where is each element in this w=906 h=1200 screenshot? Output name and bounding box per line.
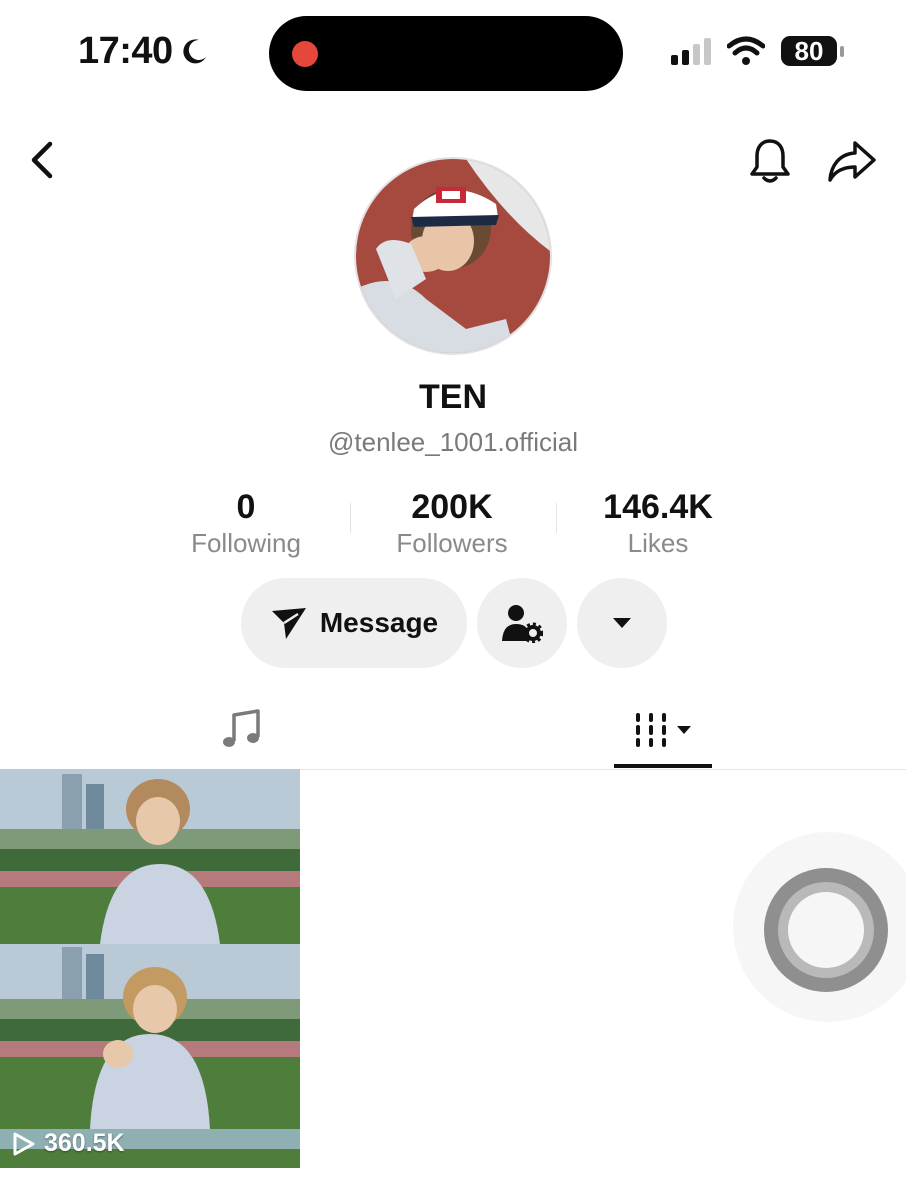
- video-thumbnail-image: [0, 769, 300, 1168]
- profile-actions: Message: [241, 578, 667, 668]
- moon-icon: [183, 38, 206, 63]
- tab-videos[interactable]: [614, 690, 712, 770]
- profile-avatar: [354, 157, 552, 355]
- stat-value: 146.4K: [603, 488, 713, 526]
- follow-settings-button[interactable]: [477, 578, 567, 668]
- stat-divider: [556, 503, 557, 533]
- active-tab-indicator: [614, 764, 712, 768]
- view-count: 360.5K: [44, 1129, 125, 1157]
- recording-indicator: [292, 41, 318, 67]
- dynamic-island: [269, 16, 623, 91]
- battery-level: 80: [781, 36, 837, 66]
- status-indicators: 80: [671, 36, 844, 66]
- caret-down-icon: [677, 726, 691, 734]
- stat-likes[interactable]: 146.4K Likes: [555, 488, 761, 559]
- music-note-icon: [223, 709, 260, 747]
- stat-following[interactable]: 0 Following: [143, 488, 349, 559]
- cellular-signal-icon: [671, 37, 711, 65]
- battery-icon: 80: [781, 36, 844, 66]
- back-button[interactable]: [22, 138, 62, 182]
- stat-value: 200K: [411, 488, 493, 526]
- status-time: 17:40: [78, 30, 209, 73]
- profile-stats: 0 Following 200K Followers 146.4K Likes: [143, 488, 763, 559]
- avatar-photo: [356, 159, 550, 353]
- content-tabs: [0, 690, 906, 770]
- notifications-button[interactable]: [746, 136, 794, 186]
- video-views: 360.5K: [12, 1129, 125, 1158]
- stat-label: Likes: [627, 528, 689, 558]
- assistive-touch-button[interactable]: [733, 832, 906, 1022]
- stat-divider: [350, 503, 351, 533]
- grid-bars-icon: [636, 713, 666, 747]
- message-label: Message: [319, 607, 439, 638]
- share-arrow-icon: [828, 141, 876, 182]
- more-options-button[interactable]: [577, 578, 667, 668]
- display-name: TEN: [419, 378, 487, 416]
- chevron-left-icon: [31, 141, 53, 179]
- tab-music[interactable]: [190, 690, 294, 770]
- clock-text: 17:40: [78, 30, 173, 72]
- bell-icon: [750, 139, 790, 183]
- message-button[interactable]: Message: [241, 578, 467, 668]
- stat-value: 0: [236, 488, 256, 526]
- user-settings-icon: [502, 605, 543, 643]
- stat-followers[interactable]: 200K Followers: [349, 488, 555, 559]
- username: @tenlee_1001.official: [328, 427, 578, 457]
- stat-label: Followers: [396, 528, 508, 558]
- caret-down-icon: [613, 618, 631, 628]
- stat-label: Following: [191, 528, 301, 558]
- wifi-icon: [727, 36, 765, 65]
- play-outline-icon: [13, 1132, 35, 1155]
- share-button[interactable]: [826, 138, 878, 184]
- paper-plane-icon: [271, 608, 306, 639]
- video-thumbnail[interactable]: 360.5K: [0, 769, 300, 1168]
